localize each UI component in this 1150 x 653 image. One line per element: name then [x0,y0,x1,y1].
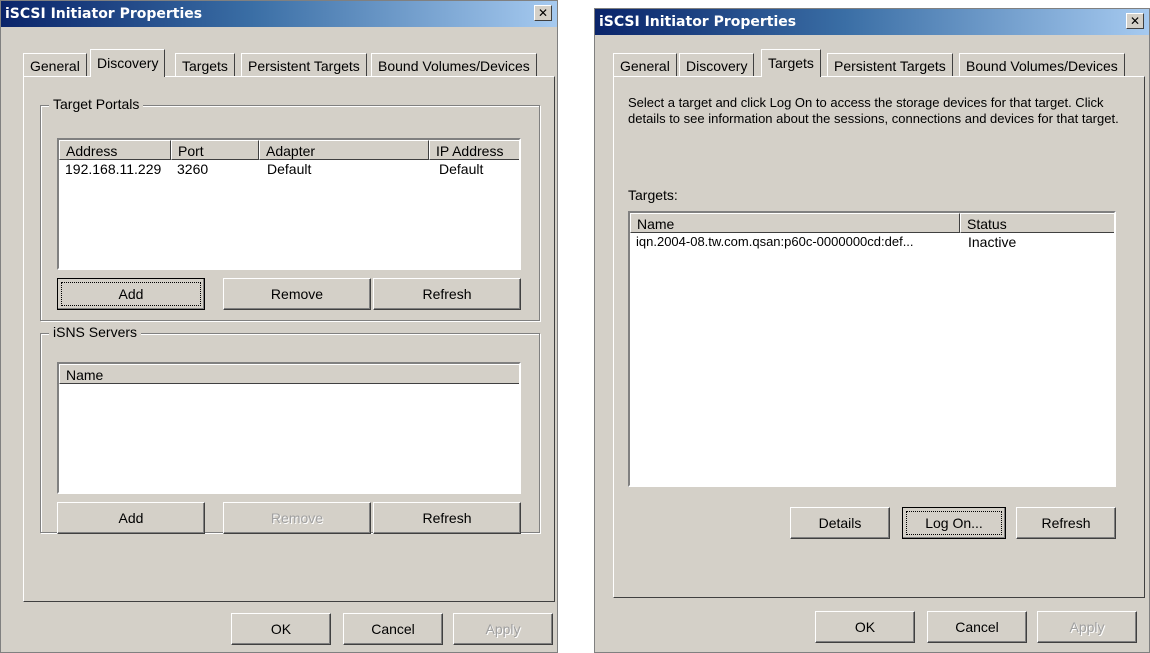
refresh-targets-button[interactable]: Refresh [1016,507,1116,539]
button-label: Refresh [1041,515,1091,531]
cell-target-name: iqn.2004-08.tw.com.qsan:p60c-0000000cd:d… [636,234,914,249]
targets-label: Targets: [628,187,678,203]
targets-description: Select a target and click Log On to acce… [628,95,1119,126]
cell-address: 192.168.11.229 [65,161,162,177]
tab-bound-volumes[interactable]: Bound Volumes/Devices [959,53,1125,77]
cancel-button[interactable]: Cancel [927,611,1027,643]
close-icon: ✕ [1129,14,1141,28]
tab-label: Discovery [686,58,748,74]
button-label: OK [270,621,292,637]
refresh-isns-button[interactable]: Refresh [373,502,521,534]
cell-ip-address: Default [439,161,484,177]
add-portal-button[interactable]: Add [57,278,205,310]
iscsi-properties-window-discovery: iSCSI Initiator Properties ✕ General Dis… [0,0,558,653]
button-label: Apply [485,621,521,637]
tab-page-discovery: Target Portals Address Port Adapter IP A… [23,76,555,602]
tab-persistent-targets[interactable]: Persistent Targets [827,53,953,77]
tab-page-targets: Select a target and click Log On to acce… [613,76,1145,598]
cancel-button[interactable]: Cancel [343,613,443,645]
refresh-portals-button[interactable]: Refresh [373,278,521,310]
details-button[interactable]: Details [790,507,890,539]
button-label: Refresh [422,286,472,302]
tab-general[interactable]: General [613,53,677,77]
button-label: Log On... [925,515,983,531]
ok-button[interactable]: OK [815,611,915,643]
column-header-name[interactable]: Name [630,213,960,233]
apply-button[interactable]: Apply [453,613,553,645]
button-label: OK [854,619,876,635]
button-label: Details [818,515,862,531]
iscsi-properties-window-targets: iSCSI Initiator Properties ✕ General Dis… [594,8,1150,653]
ok-button[interactable]: OK [231,613,331,645]
cell-adapter: Default [267,161,312,177]
button-label: Apply [1069,619,1105,635]
isns-servers-group: iSNS Servers Name Add Remove Refresh [40,324,540,534]
isns-servers-label: iSNS Servers [49,324,142,340]
tab-label: Persistent Targets [248,58,360,74]
cell-target-status: Inactive [968,234,1017,250]
tab-label: General [620,58,670,74]
tab-targets[interactable]: Targets [175,53,235,77]
tab-general[interactable]: General [23,53,87,77]
close-button[interactable]: ✕ [534,5,552,21]
button-label: Add [118,286,144,302]
title-bar[interactable]: iSCSI Initiator Properties ✕ [595,9,1149,35]
button-label: Remove [270,510,324,526]
target-portals-list[interactable]: Address Port Adapter IP Address 192.168.… [57,138,521,270]
column-header-port[interactable]: Port [171,140,259,160]
column-header-name[interactable]: Name [59,364,519,384]
window-title: iSCSI Initiator Properties [5,6,203,22]
tab-label: Targets [768,55,814,71]
column-header-address[interactable]: Address [59,140,171,160]
tab-label: Targets [182,58,228,74]
tab-label: Discovery [97,55,159,71]
column-header-status[interactable]: Status [960,213,1114,233]
column-header-ip-address[interactable]: IP Address [429,140,519,160]
cell-port: 3260 [177,161,209,177]
button-label: Remove [270,286,324,302]
tab-discovery[interactable]: Discovery [90,49,166,77]
tab-discovery[interactable]: Discovery [679,53,755,77]
tab-persistent-targets[interactable]: Persistent Targets [241,53,367,77]
add-isns-button[interactable]: Add [57,502,205,534]
window-title: iSCSI Initiator Properties [599,14,797,30]
tab-label: Bound Volumes/Devices [378,58,530,74]
title-bar[interactable]: iSCSI Initiator Properties ✕ [1,1,557,27]
close-button[interactable]: ✕ [1126,13,1144,29]
tab-bound-volumes[interactable]: Bound Volumes/Devices [371,53,537,77]
target-portals-group: Target Portals Address Port Adapter IP A… [40,96,540,321]
targets-list[interactable]: Name Status iqn.2004-08.tw.com.qsan:p60c… [628,211,1116,487]
close-icon: ✕ [537,6,549,20]
button-label: Cancel [955,619,999,635]
log-on-button[interactable]: Log On... [902,507,1006,539]
button-label: Cancel [371,621,415,637]
tab-label: General [30,58,80,74]
button-label: Refresh [422,510,472,526]
tab-label: Persistent Targets [834,58,946,74]
tab-label: Bound Volumes/Devices [966,58,1118,74]
remove-isns-button[interactable]: Remove [223,502,371,534]
apply-button[interactable]: Apply [1037,611,1137,643]
column-header-adapter[interactable]: Adapter [259,140,429,160]
isns-servers-list[interactable]: Name [57,362,521,494]
remove-portal-button[interactable]: Remove [223,278,371,310]
button-label: Add [118,510,144,526]
target-portals-label: Target Portals [49,96,144,112]
tab-targets[interactable]: Targets [761,49,821,77]
